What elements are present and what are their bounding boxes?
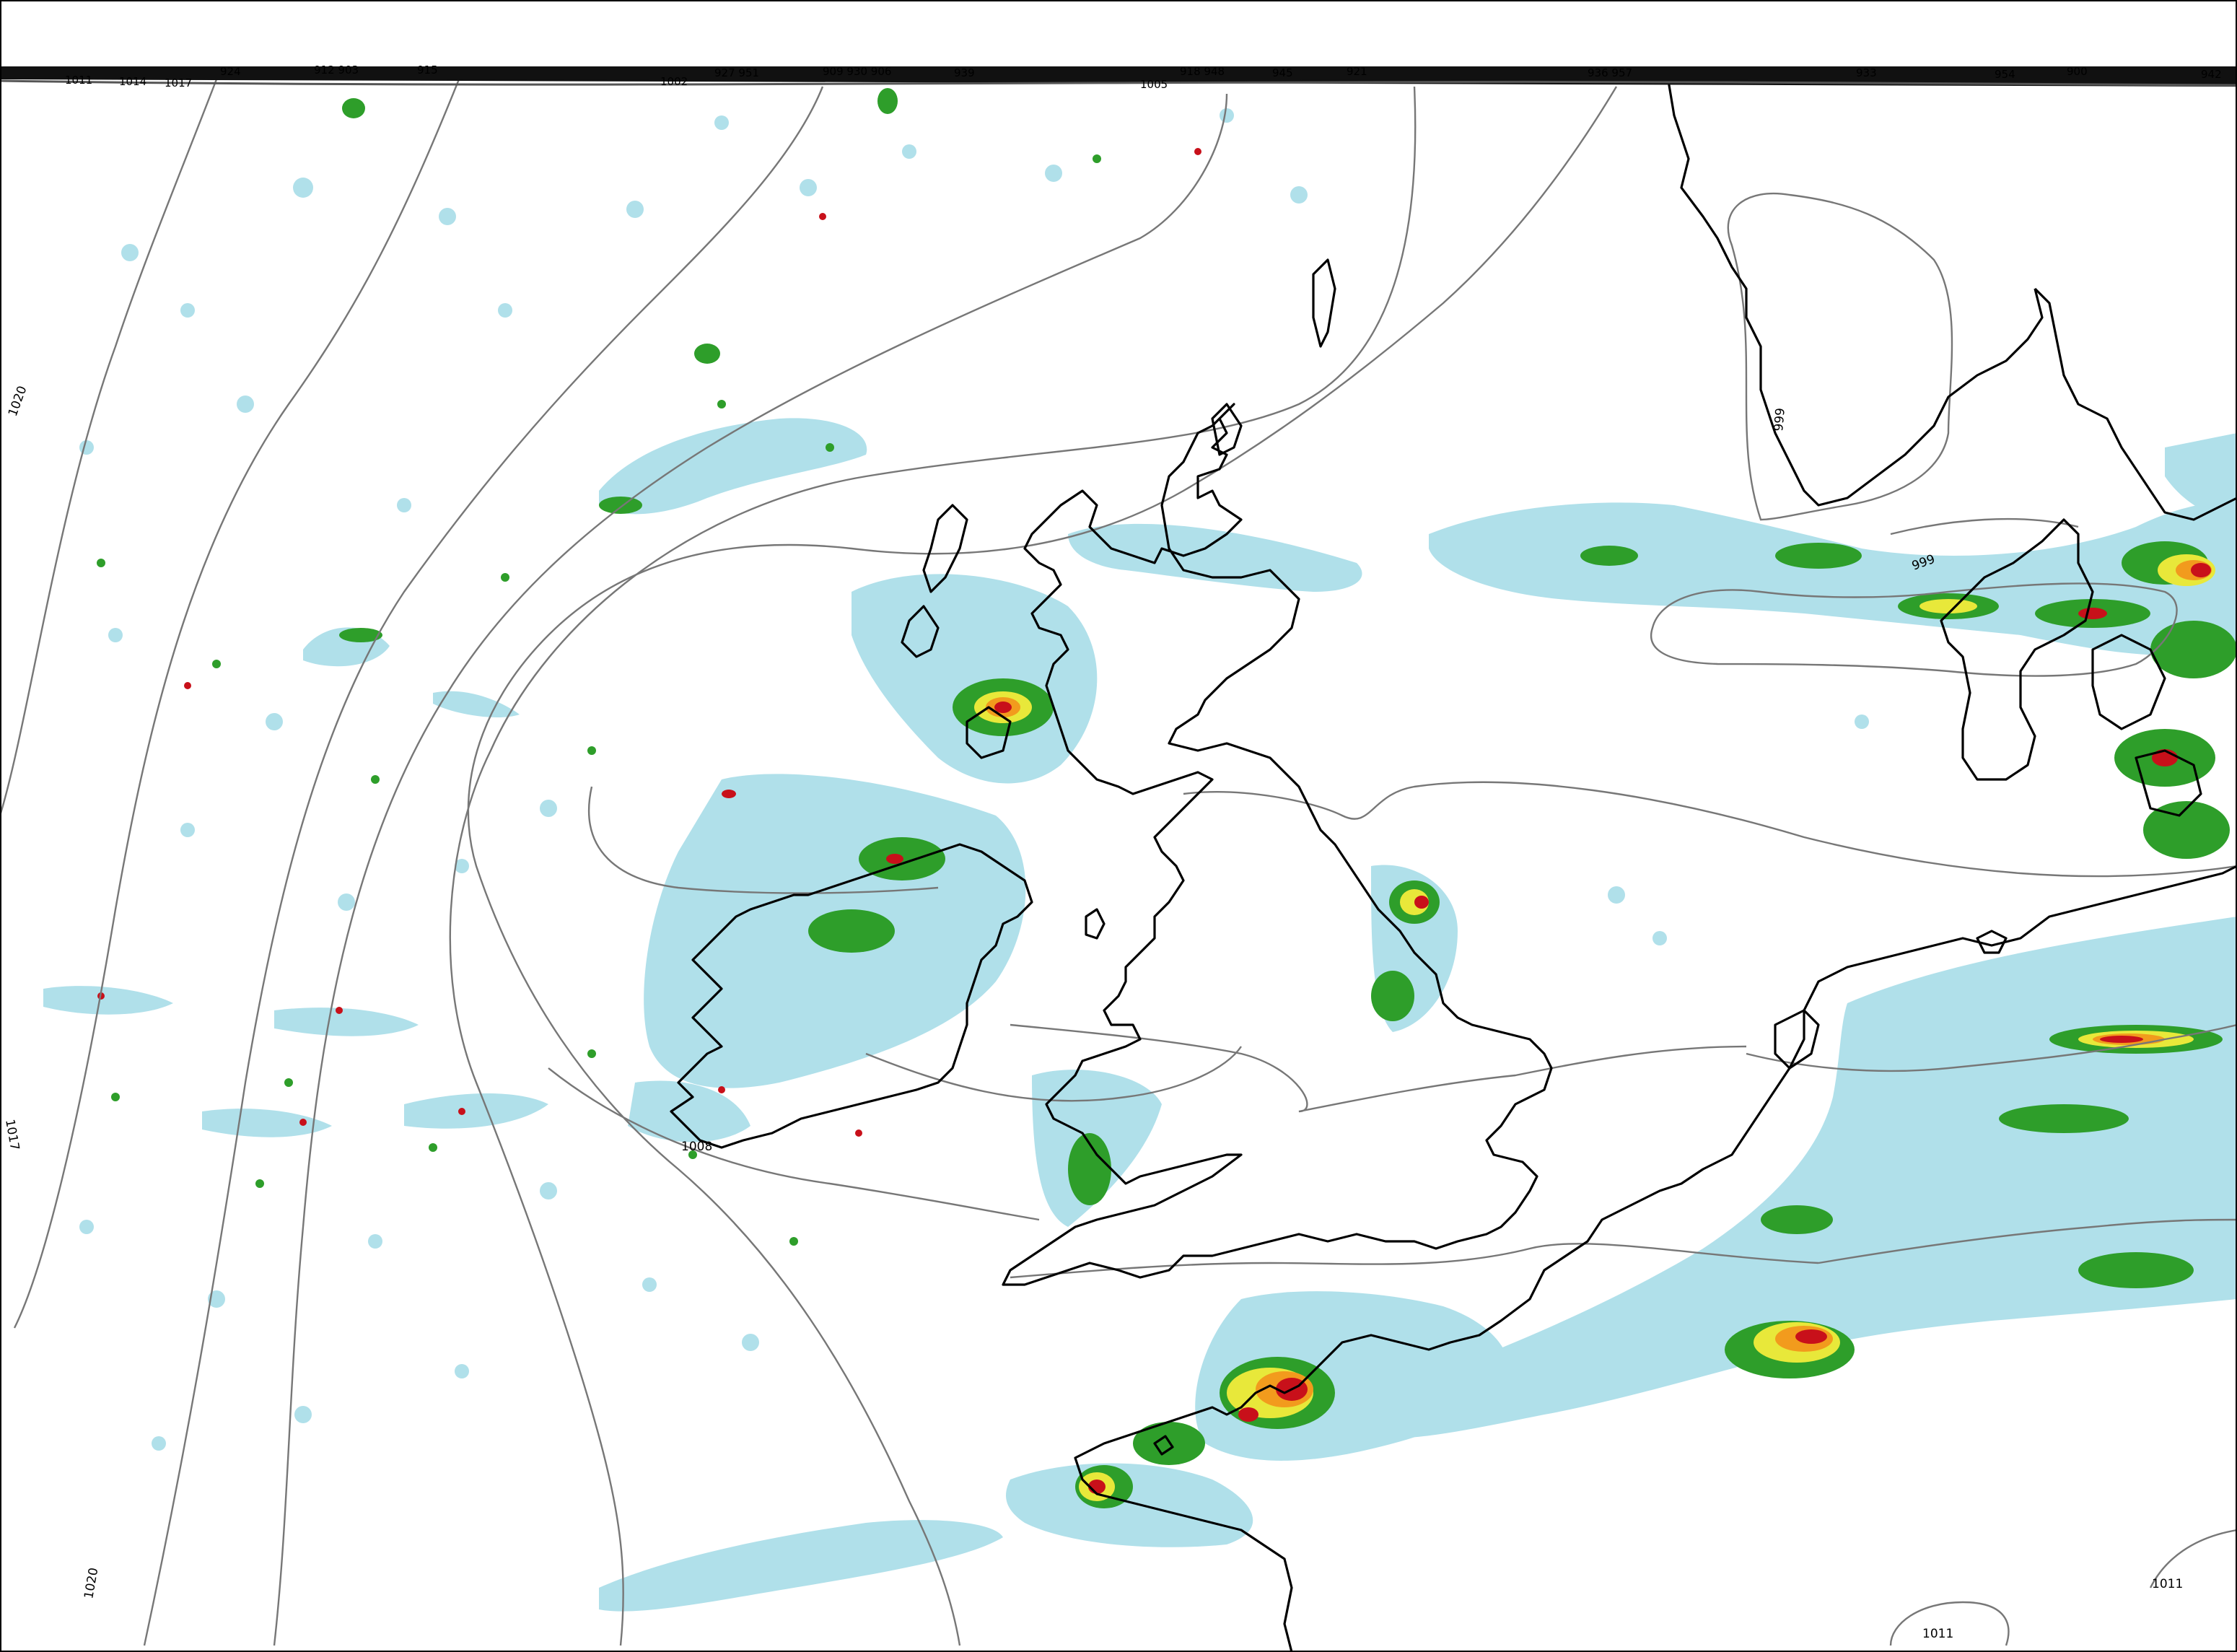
top-label-936: 936 957 (1588, 66, 1632, 79)
top-label-1005: 1005 (1140, 78, 1168, 91)
top-label-954: 954 (1995, 68, 2015, 81)
top-label-1002: 1002 (660, 75, 688, 88)
top-label-900: 900 (2067, 65, 2088, 78)
top-label-945: 945 (1272, 66, 1293, 79)
top-label-1011: 1011 (65, 74, 92, 87)
isobar-label-999-sweden: 999 (1772, 407, 1788, 432)
weather-map: 1011 1014 1017 924 912 903 915 1002 927 … (0, 0, 2237, 1652)
isobar-label-1011-se: 1011 (2152, 1577, 2183, 1591)
top-label-1017: 1017 (165, 77, 192, 89)
top-label-924: 924 (220, 65, 241, 78)
top-label-1014: 1014 (119, 75, 146, 88)
isobar-label-1011-s: 1011 (1922, 1627, 1953, 1641)
top-label-927: 927 951 (714, 66, 759, 79)
isobar-label-1008-ireland: 1008 (681, 1140, 712, 1154)
top-label-942: 942 (2201, 68, 2222, 81)
map-canvas: 1011 1014 1017 924 912 903 915 1002 927 … (0, 0, 2237, 1652)
top-label-921: 921 (1347, 65, 1367, 78)
top-label-933: 933 (1856, 66, 1877, 79)
top-label-918: 918 948 (1180, 65, 1225, 78)
top-label-909: 909 930 906 (823, 65, 891, 78)
top-label-912: 912 903 (314, 64, 359, 77)
top-label-915: 915 (417, 64, 438, 77)
top-label-939: 939 (954, 66, 975, 79)
